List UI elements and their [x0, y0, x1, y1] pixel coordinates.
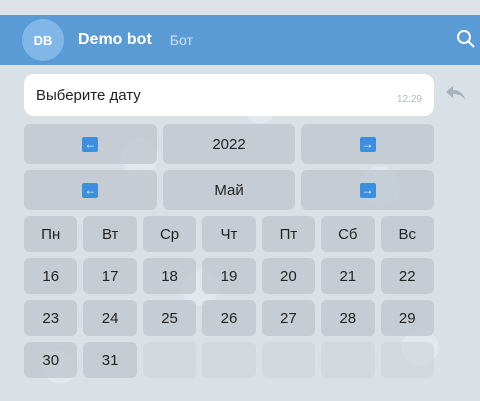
month-row: ← Май → — [24, 170, 435, 210]
arrow-left-icon: ← — [82, 182, 99, 198]
empty-day-button[interactable] — [380, 342, 434, 378]
year-row: ← 2022 → — [24, 124, 435, 164]
day-button[interactable]: 20 — [261, 258, 316, 294]
day-button[interactable]: 28 — [321, 300, 375, 336]
weekday-button[interactable]: Чт — [202, 216, 256, 252]
weekday-button[interactable]: Вс — [380, 216, 434, 252]
week-row: 16 17 18 19 20 21 22 — [24, 258, 434, 294]
prev-month-button[interactable]: ← — [24, 170, 157, 210]
weekday-row: Пн Вт Ср Чт Пт Сб Вс — [24, 216, 434, 252]
chat-header: DB Demo bot Бот — [0, 15, 480, 65]
empty-day-button[interactable] — [321, 342, 375, 378]
message-time: 12:29 — [396, 93, 422, 105]
weekday-button[interactable]: Сб — [321, 216, 375, 252]
empty-day-button[interactable] — [202, 342, 256, 378]
search-icon[interactable] — [456, 29, 476, 49]
day-button[interactable]: 16 — [24, 258, 78, 294]
bot-message: Выберите дату 12:29 — [24, 74, 434, 116]
day-button[interactable]: 21 — [321, 258, 375, 294]
bot-tag: Бот — [169, 32, 193, 48]
arrow-right-icon: → — [359, 136, 376, 152]
year-button[interactable]: 2022 — [162, 124, 296, 164]
day-button[interactable]: 18 — [142, 258, 197, 294]
day-button[interactable]: 26 — [202, 300, 256, 336]
day-button[interactable]: 29 — [380, 300, 434, 336]
day-button[interactable]: 24 — [83, 300, 137, 336]
inline-keyboard: ← 2022 → ← Май → Пн Вт Ср Чт Пт Сб Вс 16… — [24, 124, 435, 384]
month-button[interactable]: Май — [162, 170, 296, 210]
arrow-right-icon: → — [359, 182, 376, 198]
day-button[interactable]: 22 — [380, 258, 434, 294]
weekday-button[interactable]: Вт — [83, 216, 137, 252]
day-button[interactable]: 23 — [24, 300, 78, 336]
day-button[interactable]: 30 — [24, 342, 78, 378]
day-button[interactable]: 17 — [83, 258, 137, 294]
weekday-button[interactable]: Пт — [261, 216, 316, 252]
weekday-button[interactable]: Пн — [24, 216, 78, 252]
arrow-left-icon: ← — [82, 136, 99, 152]
day-button[interactable]: 31 — [83, 342, 137, 378]
next-month-button[interactable]: → — [301, 170, 435, 210]
empty-day-button[interactable] — [261, 342, 316, 378]
week-row: 23 24 25 26 27 28 29 — [24, 300, 434, 336]
day-button[interactable]: 27 — [261, 300, 316, 336]
day-button[interactable]: 25 — [142, 300, 197, 336]
empty-day-button[interactable] — [142, 342, 197, 378]
share-icon[interactable] — [444, 84, 466, 102]
week-row: 30 31 — [24, 342, 434, 378]
message-text: Выберите дату — [36, 86, 141, 104]
bot-name[interactable]: Demo bot — [78, 31, 152, 49]
weekday-button[interactable]: Ср — [142, 216, 197, 252]
day-button[interactable]: 19 — [202, 258, 256, 294]
prev-year-button[interactable]: ← — [24, 124, 157, 164]
next-year-button[interactable]: → — [301, 124, 435, 164]
avatar[interactable]: DB — [22, 19, 64, 61]
